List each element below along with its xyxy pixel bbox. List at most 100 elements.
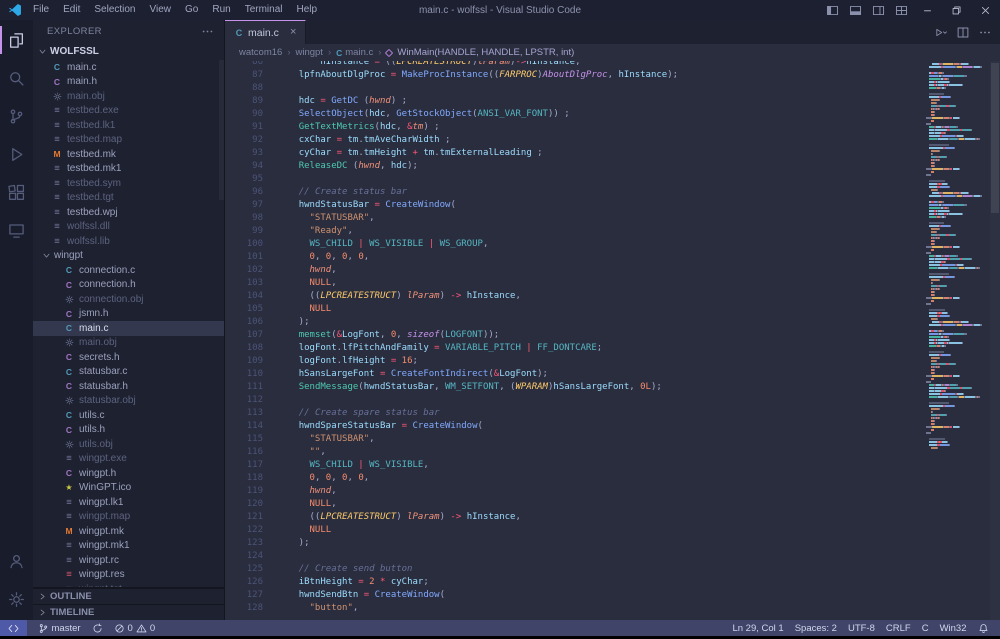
status-indentation[interactable]: Spaces: 2	[789, 620, 842, 636]
explorer-icon[interactable]	[0, 21, 33, 59]
toggle-panel-icon[interactable]	[844, 0, 867, 20]
menu-file[interactable]: File	[26, 0, 56, 20]
toggle-sidebar-icon[interactable]	[821, 0, 844, 20]
menu-terminal[interactable]: Terminal	[238, 0, 290, 20]
error-icon	[114, 623, 125, 634]
split-editor-icon[interactable]	[952, 20, 974, 44]
tree-item[interactable]: ≡wolfssl.dll	[33, 220, 224, 235]
extensions-icon[interactable]	[0, 173, 33, 211]
remote-icon	[8, 623, 19, 634]
c-file-icon: C	[336, 48, 342, 58]
file-label: testbed.map	[67, 134, 122, 145]
tree-item[interactable]: main.obj	[33, 336, 224, 351]
search-icon[interactable]	[0, 59, 33, 97]
tree-item[interactable]: Cmain.h	[33, 75, 224, 90]
close-tab-icon[interactable]: ×	[290, 27, 296, 38]
account-icon[interactable]	[0, 542, 33, 580]
tree-item[interactable]: ★WinGPT.ico	[33, 481, 224, 496]
minimap[interactable]	[926, 63, 988, 450]
tree-folder[interactable]: wingpt	[33, 249, 224, 264]
menu-view[interactable]: View	[143, 0, 179, 20]
menu-edit[interactable]: Edit	[56, 0, 87, 20]
menu-selection[interactable]: Selection	[87, 0, 142, 20]
customize-layout-icon[interactable]	[890, 0, 913, 20]
tree-item[interactable]: ≡testbed.sym	[33, 176, 224, 191]
minimap-line	[926, 111, 988, 113]
problems-indicator[interactable]: 00	[108, 620, 161, 636]
status-eol[interactable]: CRLF	[880, 620, 916, 636]
close-button[interactable]	[971, 0, 1000, 20]
tree-item[interactable]: connection.obj	[33, 292, 224, 307]
tree-item[interactable]: ≡wingpt.exe	[33, 452, 224, 467]
tree-item[interactable]: ≡wingpt.rc	[33, 553, 224, 568]
tree-item[interactable]: Cwingpt.h	[33, 466, 224, 481]
tree-item[interactable]: ≡wingpt.mk1	[33, 539, 224, 554]
remote-explorer-icon[interactable]	[0, 211, 33, 249]
tree-item[interactable]: main.obj	[33, 89, 224, 104]
minimap-line	[926, 366, 988, 368]
run-button-icon[interactable]	[930, 20, 952, 44]
menu-go[interactable]: Go	[178, 0, 205, 20]
status-language-mode[interactable]: C	[916, 620, 934, 636]
settings-gear-icon[interactable]	[0, 580, 33, 618]
section-outline[interactable]: OUTLINE	[33, 588, 224, 604]
tree-item[interactable]: ≡testbed.exe	[33, 104, 224, 119]
run-debug-icon[interactable]	[0, 135, 33, 173]
tree-item[interactable]: ≡wolfssl.lib	[33, 234, 224, 249]
source-control-icon[interactable]	[0, 97, 33, 135]
maximize-button[interactable]	[942, 0, 971, 20]
scrollbar-thumb[interactable]	[991, 63, 999, 213]
tree-item[interactable]: utils.obj	[33, 437, 224, 452]
tree-item[interactable]: Cjsmn.h	[33, 307, 224, 322]
minimap-line	[926, 66, 988, 68]
editor-more-actions-icon[interactable]	[974, 20, 996, 44]
breadcrumb-item[interactable]: wingpt	[295, 47, 322, 58]
menu-help[interactable]: Help	[290, 0, 325, 20]
branch-indicator[interactable]: master	[32, 620, 86, 636]
tree-item[interactable]: Cutils.c	[33, 408, 224, 423]
breadcrumb-item[interactable]: Cmain.c	[336, 47, 373, 58]
status-cursor-position[interactable]: Ln 29, Col 1	[727, 620, 789, 636]
tree-item[interactable]: ≡testbed.lk1	[33, 118, 224, 133]
line-number: 88	[225, 82, 277, 95]
code-text: hInstance = ((LPCREATESTRUCT)lParam)->hI…	[277, 61, 922, 69]
tree-item[interactable]: Mtestbed.mk	[33, 147, 224, 162]
tree-item[interactable]: Mwingpt.mk	[33, 524, 224, 539]
tree-item[interactable]: Cstatusbar.h	[33, 379, 224, 394]
tree-item[interactable]: ≡wingpt.map	[33, 510, 224, 525]
toggle-secondary-sidebar-icon[interactable]	[867, 0, 890, 20]
tree-root-folder[interactable]: WOLFSSL	[33, 43, 224, 60]
code-line: 127 hwndSendBtn = CreateWindow(	[225, 589, 922, 602]
breadcrumb-item[interactable]: watcom16	[239, 47, 282, 58]
sync-button[interactable]	[86, 620, 108, 636]
tree-item[interactable]: Cstatusbar.c	[33, 365, 224, 380]
tree-item[interactable]: ≡testbed.map	[33, 133, 224, 148]
menu-run[interactable]: Run	[205, 0, 237, 20]
more-actions-icon[interactable]	[201, 25, 214, 38]
tree-item[interactable]: ≡wingpt.lk1	[33, 495, 224, 510]
tree-item[interactable]: ≡testbed.wpj	[33, 205, 224, 220]
notifications-bell-icon[interactable]	[972, 620, 994, 636]
tree-item[interactable]: Cmain.c	[33, 60, 224, 75]
status-platform[interactable]: Win32	[934, 620, 972, 636]
tree-item[interactable]: ≡wingpt.res	[33, 568, 224, 583]
tree-item[interactable]: Cconnection.c	[33, 263, 224, 278]
tree-item[interactable]: Csecrets.h	[33, 350, 224, 365]
editor-scrollbar[interactable]	[990, 61, 1000, 620]
status-encoding[interactable]: UTF-8	[842, 620, 880, 636]
code-editor[interactable]: 86 hInstance = ((LPCREATESTRUCT)lParam)-…	[225, 61, 1000, 620]
tree-item[interactable]: Cmain.c	[33, 321, 224, 336]
tree-item[interactable]: ≡wingpt.tgt	[33, 582, 224, 587]
tree-item[interactable]: Cconnection.h	[33, 278, 224, 293]
minimize-button[interactable]	[913, 0, 942, 20]
tree-item[interactable]: ≡testbed.tgt	[33, 191, 224, 206]
tab-main-c[interactable]: C main.c ×	[225, 20, 306, 44]
remote-indicator[interactable]	[0, 620, 27, 636]
section-timeline[interactable]: TIMELINE	[33, 604, 224, 620]
tree-item[interactable]: ≡testbed.mk1	[33, 162, 224, 177]
tree-item[interactable]: statusbar.obj	[33, 394, 224, 409]
breadcrumb-item[interactable]: WinMain(HANDLE, HANDLE, LPSTR, int)	[386, 47, 574, 58]
tree-item[interactable]: Cutils.h	[33, 423, 224, 438]
code-text: logFont.lfPitchAndFamily = VARIABLE_PITC…	[277, 342, 922, 355]
tab-label: main.c	[248, 27, 279, 39]
